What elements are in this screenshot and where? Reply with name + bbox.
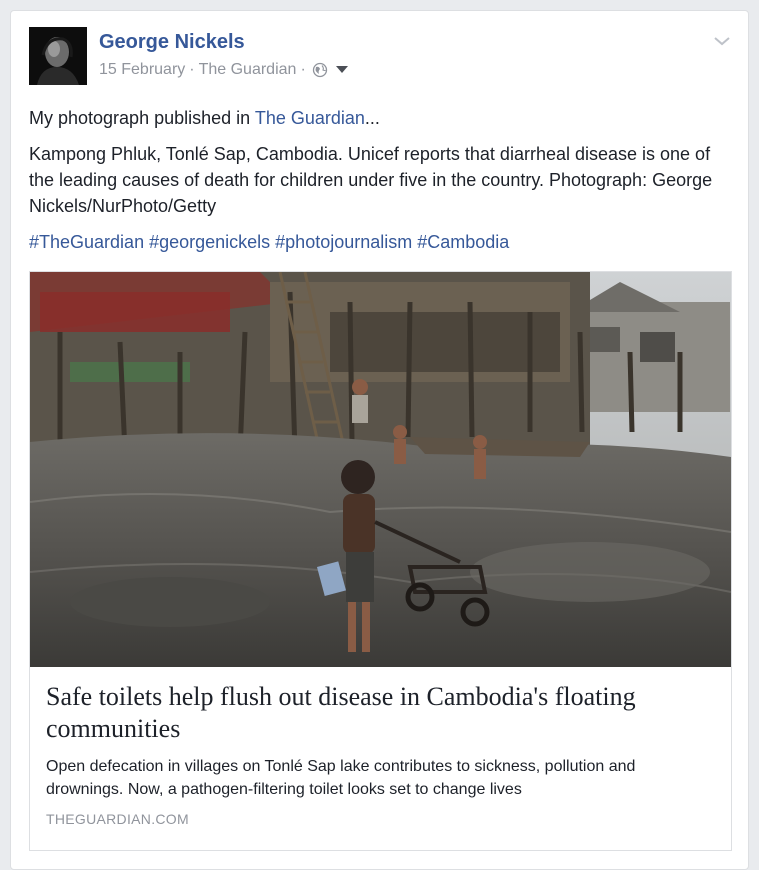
hashtag-link[interactable]: #photojournalism bbox=[275, 232, 412, 252]
hashtag-link[interactable]: #Cambodia bbox=[417, 232, 509, 252]
avatar[interactable] bbox=[29, 27, 87, 85]
author-name[interactable]: George Nickels bbox=[99, 31, 245, 54]
guardian-link[interactable]: The Guardian bbox=[255, 108, 365, 128]
post-meta: 15 February · The Guardian · bbox=[99, 61, 348, 79]
hashtag-link[interactable]: #georgenickels bbox=[149, 232, 270, 252]
article-domain: THEGUARDIAN.COM bbox=[46, 811, 189, 827]
intro-suffix: ... bbox=[364, 108, 380, 128]
meta-separator: · bbox=[189, 61, 195, 78]
post-date[interactable]: 15 February bbox=[99, 61, 185, 79]
post-card: George Nickels 15 February · The Guardia… bbox=[10, 10, 749, 870]
post-caption: Kampong Phluk, Tonlé Sap, Cambodia. Unic… bbox=[29, 144, 713, 216]
intro-text: My photograph published in bbox=[29, 108, 255, 128]
globe-icon[interactable] bbox=[312, 62, 328, 78]
post-intro: My photograph published in The Guardian.… bbox=[29, 105, 739, 131]
hashtag-link[interactable]: #TheGuardian bbox=[29, 232, 144, 252]
audience-caret-icon[interactable] bbox=[335, 61, 348, 79]
chevron-down-icon[interactable] bbox=[712, 31, 732, 51]
article-title[interactable]: Safe toilets help flush out disease in C… bbox=[46, 681, 715, 745]
link-info[interactable]: Safe toilets help flush out disease in C… bbox=[30, 667, 731, 827]
meta-separator: · bbox=[300, 61, 306, 78]
post-body: My photograph published in The Guardian.… bbox=[29, 105, 739, 265]
hashtags: #TheGuardian #georgenickels #photojournali… bbox=[29, 229, 739, 255]
article-photo[interactable] bbox=[30, 272, 731, 667]
post-source[interactable]: The Guardian bbox=[199, 61, 297, 79]
post-header: George Nickels 15 February · The Guardia… bbox=[29, 27, 732, 87]
link-attachment[interactable]: Safe toilets help flush out disease in C… bbox=[29, 271, 732, 851]
article-description: Open defecation in villages on Tonlé Sap… bbox=[46, 758, 636, 798]
